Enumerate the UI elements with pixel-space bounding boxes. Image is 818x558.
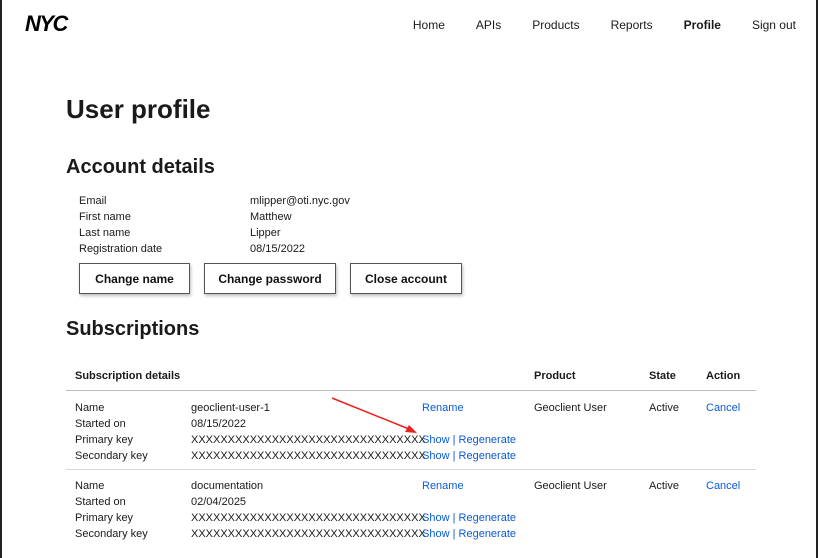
label-name: Name xyxy=(75,402,105,414)
link-separator: | xyxy=(452,434,456,446)
primary-key-value: XXXXXXXXXXXXXXXXXXXXXXXXXXXXXXXX xyxy=(191,512,426,524)
label-name: Name xyxy=(75,480,105,492)
col-product: Product xyxy=(534,370,576,382)
table-row: Name Started on Primary key Secondary ke… xyxy=(66,470,756,549)
detail-row-first-name: First name Matthew xyxy=(79,209,350,225)
col-state: State xyxy=(649,370,676,382)
regenerate-primary-key-link[interactable]: Regenerate xyxy=(459,434,517,446)
detail-row-registration-date: Registration date 08/15/2022 xyxy=(79,241,350,257)
detail-label: Last name xyxy=(79,227,131,239)
product-value: Geoclient User xyxy=(534,402,607,414)
link-separator: | xyxy=(452,450,456,462)
main-nav: Home APIs Products Reports Profile Sign … xyxy=(382,18,796,32)
account-details-heading: Account details xyxy=(66,156,215,178)
regenerate-secondary-key-link[interactable]: Regenerate xyxy=(459,450,517,462)
label-primary-key: Primary key xyxy=(75,512,134,524)
detail-value: Lipper xyxy=(250,227,281,239)
regenerate-secondary-key-link[interactable]: Regenerate xyxy=(459,528,517,540)
state-value: Active xyxy=(649,480,679,492)
col-subscription-details: Subscription details xyxy=(75,370,181,382)
row-key-actions: Rename Show | Regenerate Show | Regenera… xyxy=(422,400,516,464)
detail-row-email: Email mlipper@oti.nyc.gov xyxy=(79,193,350,209)
label-secondary-key: Secondary key xyxy=(75,450,148,462)
nav-products[interactable]: Products xyxy=(532,18,579,32)
secondary-key-value: XXXXXXXXXXXXXXXXXXXXXXXXXXXXXXXX xyxy=(191,450,426,462)
subscription-name: geoclient-user-1 xyxy=(191,402,270,414)
subscriptions-heading: Subscriptions xyxy=(66,318,200,340)
site-header: NYC Home APIs Products Reports Profile S… xyxy=(2,0,816,50)
change-name-button[interactable]: Change name xyxy=(79,263,190,294)
detail-label: Email xyxy=(79,195,107,207)
detail-value: Matthew xyxy=(250,211,292,223)
started-on-value: 08/15/2022 xyxy=(191,418,247,430)
show-primary-key-link[interactable]: Show xyxy=(422,434,450,446)
account-details-list: Email mlipper@oti.nyc.gov First name Mat… xyxy=(79,193,350,257)
show-secondary-key-link[interactable]: Show xyxy=(422,528,450,540)
detail-value: mlipper@oti.nyc.gov xyxy=(250,195,350,207)
secondary-key-value: XXXXXXXXXXXXXXXXXXXXXXXXXXXXXXXX xyxy=(191,528,426,540)
table-row: Name Started on Primary key Secondary ke… xyxy=(66,391,756,470)
row-values: documentation 02/04/2025 XXXXXXXXXXXXXXX… xyxy=(191,478,426,542)
detail-value: 08/15/2022 xyxy=(250,243,306,255)
state-value: Active xyxy=(649,402,679,414)
cancel-link[interactable]: Cancel xyxy=(706,402,740,414)
row-key-actions: Rename Show | Regenerate Show | Regenera… xyxy=(422,478,516,542)
label-started-on: Started on xyxy=(75,496,126,508)
show-secondary-key-link[interactable]: Show xyxy=(422,450,450,462)
detail-label: First name xyxy=(79,211,131,223)
nav-reports[interactable]: Reports xyxy=(611,18,653,32)
detail-label: Registration date xyxy=(79,243,163,255)
table-header: Subscription details Product State Actio… xyxy=(66,364,756,391)
col-action: Action xyxy=(706,370,741,382)
started-on-value: 02/04/2025 xyxy=(191,496,247,508)
svg-text:NYC: NYC xyxy=(25,12,70,34)
label-secondary-key: Secondary key xyxy=(75,528,148,540)
nav-sign-out[interactable]: Sign out xyxy=(752,18,796,32)
primary-key-value: XXXXXXXXXXXXXXXXXXXXXXXXXXXXXXXX xyxy=(191,434,426,446)
cancel-link[interactable]: Cancel xyxy=(706,480,740,492)
account-actions: Change name Change password Close accoun… xyxy=(79,263,476,294)
rename-link[interactable]: Rename xyxy=(422,480,464,492)
product-value: Geoclient User xyxy=(534,480,607,492)
label-started-on: Started on xyxy=(75,418,126,430)
nyc-logo[interactable]: NYC xyxy=(25,12,89,34)
row-labels: Name Started on Primary key Secondary ke… xyxy=(75,400,148,464)
show-primary-key-link[interactable]: Show xyxy=(422,512,450,524)
nav-apis[interactable]: APIs xyxy=(476,18,501,32)
row-labels: Name Started on Primary key Secondary ke… xyxy=(75,478,148,542)
regenerate-primary-key-link[interactable]: Regenerate xyxy=(459,512,517,524)
nav-profile[interactable]: Profile xyxy=(684,18,721,32)
rename-link[interactable]: Rename xyxy=(422,402,464,414)
detail-row-last-name: Last name Lipper xyxy=(79,225,350,241)
link-separator: | xyxy=(452,512,456,524)
subscription-name: documentation xyxy=(191,480,264,492)
close-account-button[interactable]: Close account xyxy=(350,263,462,294)
nav-home[interactable]: Home xyxy=(413,18,445,32)
link-separator: | xyxy=(452,528,456,540)
row-values: geoclient-user-1 08/15/2022 XXXXXXXXXXXX… xyxy=(191,400,426,464)
label-primary-key: Primary key xyxy=(75,434,134,446)
subscriptions-table: Subscription details Product State Actio… xyxy=(66,364,756,549)
change-password-button[interactable]: Change password xyxy=(204,263,336,294)
page-title: User profile xyxy=(66,94,211,124)
